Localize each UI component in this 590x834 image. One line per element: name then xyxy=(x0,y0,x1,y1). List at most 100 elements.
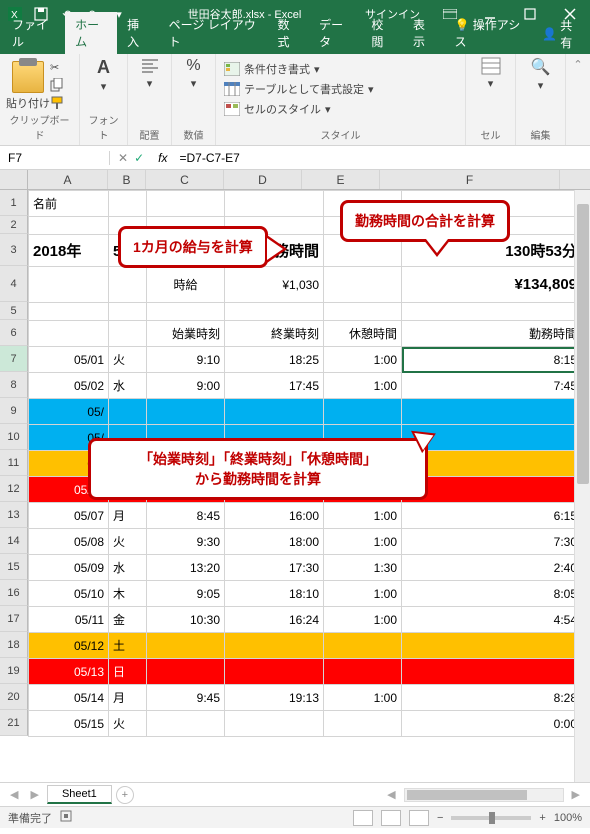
cell[interactable]: 19:13 xyxy=(225,685,324,711)
cell[interactable]: 18:10 xyxy=(225,581,324,607)
cell[interactable]: 8:45 xyxy=(147,503,225,529)
cell[interactable] xyxy=(324,711,402,737)
cell[interactable]: 終業時刻 xyxy=(225,321,324,347)
hscroll-right[interactable]: ▶ xyxy=(568,788,584,801)
cell[interactable]: 05/ xyxy=(29,399,109,425)
view-page-layout-button[interactable] xyxy=(381,810,401,826)
cell[interactable]: 1:00 xyxy=(324,581,402,607)
sheet-nav-prev[interactable]: ◀ xyxy=(6,788,22,801)
cell[interactable] xyxy=(29,217,109,235)
cell[interactable] xyxy=(324,633,402,659)
cell[interactable]: 名前 xyxy=(29,191,109,217)
cell[interactable] xyxy=(402,451,582,477)
zoom-level[interactable]: 100% xyxy=(554,812,582,824)
column-header[interactable]: C xyxy=(146,170,224,189)
paste-button[interactable]: 貼り付け xyxy=(6,57,50,111)
cell[interactable] xyxy=(402,303,582,321)
row-header[interactable]: 12 xyxy=(0,476,28,502)
cell[interactable] xyxy=(147,711,225,737)
cell[interactable]: 9:05 xyxy=(147,581,225,607)
cell[interactable]: 2018年 xyxy=(29,235,109,267)
cell[interactable]: 05/08 xyxy=(29,529,109,555)
cell[interactable]: 16:24 xyxy=(225,607,324,633)
tab-home[interactable]: ホーム xyxy=(65,12,117,54)
cell[interactable] xyxy=(225,633,324,659)
tab-data[interactable]: データ xyxy=(309,12,361,54)
cell[interactable]: 05/13 xyxy=(29,659,109,685)
cell[interactable]: 8:28 xyxy=(402,685,582,711)
cut-button[interactable]: ✂ xyxy=(50,61,64,74)
cell[interactable]: 始業時刻 xyxy=(147,321,225,347)
cell[interactable]: 1:00 xyxy=(324,503,402,529)
cell[interactable] xyxy=(225,711,324,737)
cell[interactable]: 9:10 xyxy=(147,347,225,373)
formula-input[interactable] xyxy=(173,151,590,165)
row-header[interactable]: 21 xyxy=(0,710,28,736)
cell[interactable]: 水 xyxy=(109,373,147,399)
cell[interactable]: 9:00 xyxy=(147,373,225,399)
cell[interactable]: 2:40 xyxy=(402,555,582,581)
cell[interactable]: ¥134,809 xyxy=(402,267,582,303)
fx-icon[interactable]: fx xyxy=(152,151,173,165)
cell[interactable] xyxy=(402,633,582,659)
row-header[interactable]: 11 xyxy=(0,450,28,476)
cell[interactable] xyxy=(324,303,402,321)
view-page-break-button[interactable] xyxy=(409,810,429,826)
cell[interactable] xyxy=(147,399,225,425)
cell[interactable]: 05/09 xyxy=(29,555,109,581)
cell[interactable]: 火 xyxy=(109,529,147,555)
cell[interactable]: 05/12 xyxy=(29,633,109,659)
cell[interactable] xyxy=(324,399,402,425)
row-header[interactable]: 15 xyxy=(0,554,28,580)
cancel-formula-icon[interactable]: ✕ xyxy=(118,151,128,165)
cell[interactable] xyxy=(109,303,147,321)
align-dropdown[interactable]: ▾ xyxy=(134,57,165,90)
accept-formula-icon[interactable]: ✓ xyxy=(134,151,144,165)
cell[interactable]: 勤務時間 xyxy=(402,321,582,347)
cell[interactable] xyxy=(29,267,109,303)
cell[interactable] xyxy=(29,303,109,321)
row-header[interactable]: 20 xyxy=(0,684,28,710)
cell[interactable] xyxy=(147,633,225,659)
row-header[interactable]: 6 xyxy=(0,320,28,346)
cell[interactable]: 17:30 xyxy=(225,555,324,581)
macro-icon[interactable] xyxy=(60,810,72,825)
tab-review[interactable]: 校閲 xyxy=(361,12,403,54)
column-header[interactable]: F xyxy=(380,170,560,189)
row-header[interactable]: 10 xyxy=(0,424,28,450)
cell[interactable]: 1:00 xyxy=(324,607,402,633)
tab-file[interactable]: ファイル xyxy=(2,12,65,54)
cell[interactable] xyxy=(109,267,147,303)
cell[interactable]: 1:00 xyxy=(324,529,402,555)
row-header[interactable]: 7 xyxy=(0,346,28,372)
cell[interactable]: 休憩時間 xyxy=(324,321,402,347)
cell[interactable] xyxy=(147,191,225,217)
cell[interactable]: 05/02 xyxy=(29,373,109,399)
cell[interactable] xyxy=(109,191,147,217)
column-header[interactable]: E xyxy=(302,170,380,189)
cell[interactable]: 4:54 xyxy=(402,607,582,633)
row-header[interactable]: 13 xyxy=(0,502,28,528)
tab-assist[interactable]: 💡 操作アシス xyxy=(445,12,535,54)
cell[interactable]: 9:30 xyxy=(147,529,225,555)
cell[interactable]: 10:30 xyxy=(147,607,225,633)
cell[interactable]: 1:00 xyxy=(324,685,402,711)
cell[interactable] xyxy=(109,321,147,347)
row-header[interactable]: 5 xyxy=(0,302,28,320)
zoom-in-button[interactable]: + xyxy=(539,812,545,824)
cell[interactable]: 05/07 xyxy=(29,503,109,529)
cell[interactable]: 13:20 xyxy=(147,555,225,581)
cell-dropdown[interactable]: ▾ xyxy=(472,57,509,90)
edit-dropdown[interactable]: 🔍▾ xyxy=(522,57,559,92)
cell[interactable]: 水 xyxy=(109,555,147,581)
sheet-tab-1[interactable]: Sheet1 xyxy=(47,785,112,804)
row-header[interactable]: 18 xyxy=(0,632,28,658)
cell[interactable]: 7:45 xyxy=(402,373,582,399)
cell[interactable]: 1:00 xyxy=(324,347,402,373)
cell[interactable] xyxy=(324,267,402,303)
share-button[interactable]: 👤共有 xyxy=(534,14,588,54)
conditional-format-button[interactable]: 条件付き書式 ▾ xyxy=(224,61,457,77)
horizontal-scrollbar[interactable] xyxy=(404,788,564,802)
cell[interactable]: 1:00 xyxy=(324,373,402,399)
collapse-ribbon-icon[interactable]: ⌃ xyxy=(573,58,582,71)
